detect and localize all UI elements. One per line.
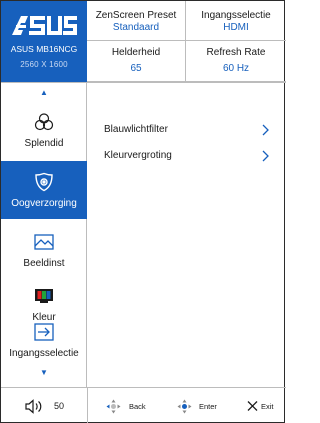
submenu-panel: Blauwlichtfilter Kleurvergroting (87, 82, 286, 387)
color-icon (35, 289, 53, 303)
exit-label: Exit (261, 402, 274, 411)
resolution-text: 2560 X 1600 (20, 60, 68, 69)
sidebar-item-splendid[interactable]: Splendid (1, 101, 87, 159)
scroll-down-icon[interactable]: ▼ (1, 369, 87, 377)
sidebar-item-eye-care[interactable]: Oogverzorging (1, 161, 87, 219)
preset-cell: ZenScreen Preset Standaard (87, 1, 186, 41)
model-name: ASUS MB16NCG (10, 44, 78, 54)
chevron-right-icon (262, 150, 269, 162)
eye-care-icon (35, 172, 53, 192)
menu-row-label: Kleurvergroting (104, 150, 172, 161)
sidebar-item-label: Beeldinst (23, 258, 65, 269)
status-grid: ZenScreen Preset Standaard Ingangsselect… (87, 1, 286, 82)
sidebar-item-label: Oogverzorging (11, 198, 77, 209)
joystick-enter-icon (177, 399, 192, 414)
menu-row-blue-light-filter[interactable]: Blauwlichtfilter (104, 122, 270, 140)
sidebar-item-label: Splendid (24, 138, 64, 149)
input-icon (34, 323, 54, 341)
splendid-icon (34, 113, 54, 131)
osd-menu: ASUS MB16NCG 2560 X 1600 ZenScreen Prese… (0, 0, 286, 423)
brightness-cell: Helderheid 65 (87, 41, 186, 82)
brand-panel: ASUS MB16NCG 2560 X 1600 (1, 1, 87, 82)
chevron-right-icon (262, 124, 269, 136)
menu-row-label: Blauwlichtfilter (104, 124, 168, 135)
image-icon (34, 234, 54, 250)
back-label: Back (129, 402, 146, 411)
volume-value: 50 (54, 401, 65, 411)
menu-row-color-augmentation[interactable]: Kleurvergroting (104, 148, 270, 166)
scroll-up-icon[interactable]: ▲ (1, 89, 87, 97)
refresh-value: 60 Hz (222, 63, 250, 74)
joystick-back-icon (106, 399, 121, 414)
input-label: Ingangsselectie (201, 10, 271, 21)
sidebar-item-image[interactable]: Beeldinst (1, 221, 87, 279)
sidebar-item-label: Ingangsselectie (9, 348, 79, 359)
close-icon (247, 401, 258, 411)
sidebar-item-input[interactable]: Ingangsselectie (1, 311, 87, 369)
footer-bar: 50 Back Enter Exit (1, 387, 286, 423)
volume-icon (25, 399, 42, 414)
refresh-label: Refresh Rate (206, 47, 266, 58)
brightness-label: Helderheid (111, 47, 161, 58)
refresh-cell: Refresh Rate 60 Hz (186, 41, 286, 82)
footer-divider (87, 388, 88, 423)
input-cell: Ingangsselectie HDMI (186, 1, 286, 41)
preset-label: ZenScreen Preset (95, 10, 177, 21)
brightness-value: 65 (130, 63, 142, 74)
enter-label: Enter (199, 402, 217, 411)
sidebar-menu: ▲ Splendid Oogverzorging Beeldinst Kleur… (1, 82, 87, 387)
preset-value: Standaard (112, 22, 160, 33)
input-value: HDMI (223, 22, 249, 33)
asus-logo (12, 16, 77, 35)
